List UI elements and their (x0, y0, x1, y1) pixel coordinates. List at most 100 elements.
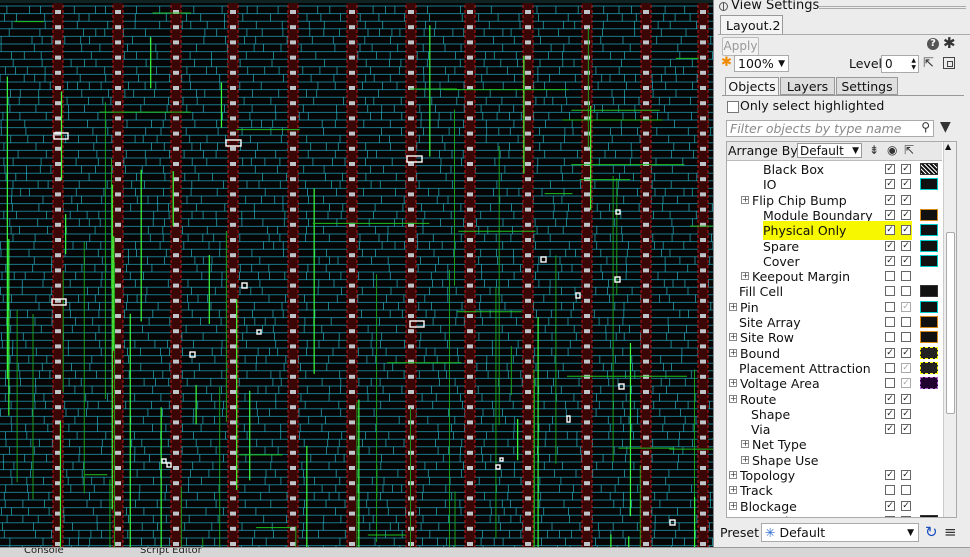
color-swatch[interactable] (920, 346, 938, 359)
tree-scrollbar[interactable]: ▲ (943, 142, 956, 517)
tab-objects[interactable]: Objects (725, 77, 779, 96)
color-swatch[interactable] (920, 208, 938, 221)
expand-icon[interactable]: + (729, 486, 737, 495)
selectable-checkbox[interactable]: ✓ (901, 393, 911, 404)
selectable-checkbox[interactable]: ✓ (901, 408, 911, 419)
visible-checkbox[interactable]: ✓ (885, 424, 895, 435)
funnel-icon[interactable]: ▼ (940, 120, 951, 134)
tree-row[interactable]: Fill Cell (727, 284, 942, 299)
filter-input[interactable]: Filter objects by type name ⚲ (726, 120, 934, 137)
tree-row[interactable]: Spare ✓ ✓ (727, 239, 942, 254)
visible-column-icon[interactable]: ◉ (887, 143, 897, 157)
cursor-icon[interactable]: ⇱ (923, 56, 934, 71)
refresh-icon[interactable]: ↻ (925, 523, 938, 541)
visible-checkbox[interactable] (885, 362, 895, 373)
sort-icon[interactable]: ⇟ (869, 143, 879, 157)
color-swatch[interactable] (920, 163, 938, 175)
tree-row[interactable]: + Site Row (727, 330, 942, 345)
selectable-checkbox[interactable]: ✓ (901, 194, 911, 205)
color-swatch[interactable] (920, 361, 938, 374)
preset-select[interactable]: ✳ Default ▼ (761, 523, 919, 542)
dock-grip[interactable] (819, 6, 966, 9)
selectable-checkbox[interactable]: ✓ (901, 362, 911, 373)
tab-layout-2[interactable]: Layout.2 (720, 15, 783, 34)
expand-icon[interactable]: + (741, 195, 749, 204)
expand-icon[interactable]: + (729, 302, 737, 311)
visible-checkbox[interactable]: ✓ (885, 347, 895, 358)
tree-row[interactable]: Placement Attraction ✓ (727, 361, 942, 376)
tree-row[interactable]: + Bound ✓ ✓ (727, 346, 942, 361)
visible-checkbox[interactable]: ✓ (885, 240, 895, 251)
visible-checkbox[interactable] (885, 317, 895, 327)
visible-checkbox[interactable] (885, 378, 895, 389)
tree-row[interactable]: + Topology ✓ ✓ (727, 468, 942, 483)
tab-layers[interactable]: Layers (780, 77, 835, 95)
selectable-checkbox[interactable]: ✓ (901, 470, 911, 480)
visible-checkbox[interactable] (885, 271, 895, 282)
expand-icon[interactable]: + (729, 333, 737, 342)
tree-row[interactable]: + Blockage ✓ ✓ (727, 499, 942, 514)
tree-row[interactable]: IO ✓ ✓ (727, 177, 942, 192)
tree-row[interactable]: Shape ✓ ✓ (727, 407, 942, 422)
color-swatch[interactable] (920, 239, 938, 252)
tree-row[interactable]: Via ✓ ✓ (727, 422, 942, 437)
visible-checkbox[interactable] (885, 332, 895, 343)
tree-row[interactable]: +PG Region ✓ ✓ (727, 514, 942, 517)
tree-row[interactable]: + Pin ✓ (727, 300, 942, 315)
selectable-checkbox[interactable]: ✓ (901, 179, 911, 190)
tree-row[interactable]: + Keepout Margin (727, 269, 942, 284)
color-swatch[interactable] (920, 254, 938, 267)
tree-row[interactable]: + Flip Chip Bump ✓ ✓ (727, 193, 942, 208)
selectable-checkbox[interactable]: ✓ (901, 240, 911, 251)
tree-row[interactable]: Cover ✓ ✓ (727, 254, 942, 269)
selectable-checkbox[interactable] (901, 485, 911, 496)
expand-icon[interactable]: + (729, 501, 737, 510)
only-select-highlighted-checkbox[interactable] (727, 101, 739, 113)
visible-checkbox[interactable]: ✓ (885, 255, 895, 266)
visible-checkbox[interactable] (885, 286, 895, 297)
zoom-select[interactable]: 100% ▼ (734, 55, 789, 72)
tree-row[interactable]: + Track (727, 483, 942, 498)
selectable-checkbox[interactable]: ✓ (901, 225, 911, 236)
arrange-by-select[interactable]: Default ▼ (797, 143, 862, 158)
color-swatch[interactable] (920, 331, 938, 344)
visible-checkbox[interactable] (885, 301, 895, 312)
tab-script-editor[interactable]: Script Editor (140, 548, 202, 556)
selectable-checkbox[interactable]: ✓ (901, 378, 911, 389)
selectable-checkbox[interactable]: ✓ (901, 424, 911, 435)
visible-checkbox[interactable]: ✓ (885, 164, 895, 174)
visible-checkbox[interactable]: ✓ (885, 225, 895, 236)
visible-checkbox[interactable]: ✓ (885, 470, 895, 480)
selectable-column-icon[interactable]: ⇱ (904, 143, 914, 157)
expand-icon[interactable]: + (741, 455, 749, 464)
visible-checkbox[interactable] (885, 485, 895, 496)
configure-icon[interactable] (943, 57, 955, 69)
expand-icon[interactable]: + (741, 272, 749, 281)
tree-row[interactable]: + Net Type (727, 437, 942, 452)
expand-icon[interactable]: + (729, 348, 737, 357)
visible-checkbox[interactable]: ✓ (885, 179, 895, 190)
selectable-checkbox[interactable] (901, 271, 911, 282)
visible-checkbox[interactable]: ✓ (885, 500, 895, 511)
tree-row[interactable]: + Voltage Area ✓ (727, 376, 942, 391)
selectable-checkbox[interactable] (901, 286, 911, 297)
selectable-checkbox[interactable]: ✓ (901, 515, 911, 517)
selectable-checkbox[interactable]: ✓ (901, 255, 911, 266)
visible-checkbox[interactable]: ✓ (885, 393, 895, 404)
expand-icon[interactable]: + (729, 516, 737, 517)
selectable-checkbox[interactable]: ✓ (901, 209, 911, 220)
selectable-checkbox[interactable]: ✓ (901, 347, 911, 358)
tab-settings[interactable]: Settings (836, 77, 898, 95)
expand-icon[interactable]: + (729, 394, 737, 403)
color-swatch[interactable] (920, 316, 938, 328)
expand-icon[interactable]: + (741, 440, 749, 449)
gear-icon[interactable]: ✱ (943, 34, 956, 52)
selectable-checkbox[interactable]: ✓ (901, 164, 911, 174)
tree-row[interactable]: Site Array (727, 315, 942, 330)
level-spinbox[interactable]: 0 ▲ ▼ (881, 55, 919, 73)
visible-checkbox[interactable]: ✓ (885, 515, 895, 517)
color-swatch[interactable] (920, 377, 938, 390)
layout-canvas[interactable] (0, 0, 713, 547)
color-swatch[interactable] (920, 514, 938, 517)
pin-icon[interactable] (719, 2, 728, 11)
